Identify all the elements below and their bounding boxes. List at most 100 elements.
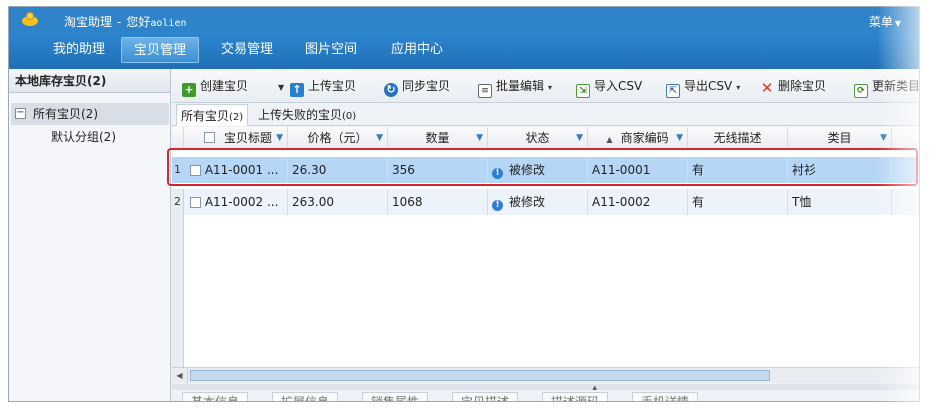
tab-upload-failed-count: (0) [342,111,357,122]
cell-mobile-desc[interactable]: 有 [688,189,788,215]
tree-item-label: 所有宝贝(2) [33,107,98,121]
column-header-title[interactable]: 宝贝标题 ▼ [184,127,288,149]
app-title: 淘宝助理 - 您好aolien [64,13,187,30]
tab-extended-info[interactable]: 扩展信息 [272,392,339,401]
nav-tab-image-space[interactable]: 图片空间 [293,37,369,63]
tab-all-items-label: 所有宝贝 [181,109,230,123]
filter-icon[interactable]: ▼ [676,127,683,149]
cell-price[interactable]: 263.00 [288,189,388,215]
import-icon: ⇲ [576,84,590,98]
create-item-label: 创建宝贝 [200,79,249,93]
column-header-mobile-desc[interactable]: 无线描述 [688,127,788,149]
tree-item-all-items[interactable]: − 所有宝贝(2) [11,103,169,125]
tab-sales-attributes[interactable]: 销售属性 [362,392,429,401]
horizontal-scrollbar[interactable]: ◀ [172,367,919,383]
cell-status[interactable]: ! 被修改 [488,189,588,215]
chevron-down-icon: ▾ [736,83,741,92]
cell-category[interactable]: T恤 [788,189,892,215]
tab-description-source[interactable]: 描述源码 [542,392,609,401]
cell-status-text: 被修改 [509,163,546,177]
cell-mobile-desc[interactable]: 有 [688,157,788,183]
cell-quantity[interactable]: 356 [388,157,488,183]
filter-icon[interactable]: ▼ [276,127,283,149]
cell-title[interactable]: A11-0002 ... [184,189,288,215]
scroll-left-icon[interactable]: ◀ [172,368,188,383]
tree-item-default-group[interactable]: 默认分组(2) [51,127,116,147]
update-category-button[interactable]: ⟳ 更新类目 [854,77,920,98]
column-header-status[interactable]: 状态 ▼ [488,127,588,149]
column-header-merchant-code[interactable]: ▲ 商家编码 ▼ [588,127,688,149]
sort-asc-icon: ▲ [606,135,613,144]
tab-all-items[interactable]: 所有宝贝(2) [176,104,249,126]
title-separator: - [117,15,122,29]
title-bar: 淘宝助理 - 您好aolien 菜单 ▼ [9,7,919,33]
nav-tab-trade-management[interactable]: 交易管理 [209,37,285,63]
plus-icon: + [182,83,196,97]
cell-merchant-code[interactable]: A11-0001 [588,157,688,183]
item-subtabs: 所有宝贝(2) 上传失败的宝贝(0) [172,104,919,126]
nav-tab-item-management[interactable]: 宝贝管理 [121,37,200,63]
sync-item-button[interactable]: ↻ 同步宝贝 [384,77,450,97]
export-csv-button[interactable]: ⇱ 导出CSV ▾ [666,77,741,98]
delete-item-button[interactable]: ✕ 删除宝贝 [760,77,827,96]
import-csv-button[interactable]: ⇲ 导入CSV [576,77,643,98]
batch-edit-button[interactable]: ≡ 批量编辑 ▾ [478,77,552,98]
filter-icon[interactable]: ▼ [376,127,383,149]
row-checkbox[interactable] [190,165,201,176]
cell-title-text: A11-0002 ... [204,195,279,209]
cell-price[interactable]: 26.30 [288,157,388,183]
table-row[interactable]: 1 A11-0001 ... 26.30 356 ! 被修改 A11-0001 有… [172,157,919,183]
update-category-label: 更新类目 [872,79,920,93]
tab-item-description[interactable]: 宝贝描述 [452,392,519,401]
column-header-quantity[interactable]: 数量 ▼ [388,127,488,149]
username: aolien [150,18,187,29]
create-item-button[interactable]: + 创建宝贝 [182,77,249,97]
filter-icon[interactable]: ▼ [880,127,887,149]
update-icon: ⟳ [854,84,868,98]
column-status-label: 状态 [525,131,550,145]
scrollbar-thumb[interactable] [190,370,770,381]
tab-all-items-count: (2) [229,112,244,123]
toolbar: + 创建宝贝 ▼ ↑ 上传宝贝 ↻ 同步宝贝 ≡ 批量编辑 ▾ ⇲ 导入CSV ⇱ 导出CSV… [172,69,920,103]
filter-icon[interactable]: ▼ [576,127,583,149]
column-header-category[interactable]: 类目 ▼ [788,127,892,149]
import-csv-label: 导入CSV [594,79,643,93]
column-category-label: 类目 [827,131,852,145]
column-quantity-label: 数量 [425,131,450,145]
table-header: 宝贝标题 ▼ 价格（元） ▼ 数量 ▼ 状态 ▼ ▲ 商家编码 ▼ 无线描述 类目 ▼ [172,127,919,149]
delete-item-label: 删除宝贝 [778,79,827,93]
select-all-checkbox[interactable] [204,132,215,143]
cell-status[interactable]: ! 被修改 [488,157,588,183]
filter-icon[interactable]: ▼ [476,127,483,149]
chevron-down-icon: ▼ [278,83,285,92]
cell-status-text: 被修改 [509,195,546,209]
nav-tab-app-center[interactable]: 应用中心 [379,37,455,63]
tab-upload-failed[interactable]: 上传失败的宝贝(0) [254,104,360,126]
row-checkbox[interactable] [190,197,201,208]
export-csv-label: 导出CSV [684,79,733,93]
export-icon: ⇱ [666,84,680,98]
main-menu-button[interactable]: 菜单 ▼ [869,13,901,30]
column-header-price[interactable]: 价格（元） ▼ [288,127,388,149]
nav-tab-my-assistant[interactable]: 我的助理 [41,37,117,63]
cell-title[interactable]: A11-0001 ... [184,157,288,183]
collapse-icon[interactable]: − [15,108,26,119]
app-window: 淘宝助理 - 您好aolien 菜单 ▼ 我的助理 宝贝管理 交易管理 图片空间 应用… [8,6,920,402]
cell-title-text: A11-0001 ... [204,163,279,177]
tab-basic-info[interactable]: 基本信息 [182,392,249,401]
column-mobile-desc-label: 无线描述 [713,131,762,145]
greeting: 您好 [126,15,151,29]
table-row[interactable]: 2 A11-0002 ... 263.00 1068 ! 被修改 A11-0002… [172,189,919,215]
upload-item-button[interactable]: ↑ 上传宝贝 [290,77,357,97]
column-price-label: 价格（元） [307,131,368,145]
batch-edit-label: 批量编辑 [496,79,545,93]
header-rownum [172,127,184,149]
create-item-dropdown[interactable]: ▼ [274,77,284,95]
cell-category[interactable]: 衬衫 [788,157,892,183]
cell-quantity[interactable]: 1068 [388,189,488,215]
upload-item-label: 上传宝贝 [308,79,357,93]
cell-merchant-code[interactable]: A11-0002 [588,189,688,215]
row-number: 1 [172,157,184,183]
tab-mobile-details[interactable]: 手机详情 [632,392,699,401]
main-nav: 我的助理 宝贝管理 交易管理 图片空间 应用中心 [9,33,919,69]
